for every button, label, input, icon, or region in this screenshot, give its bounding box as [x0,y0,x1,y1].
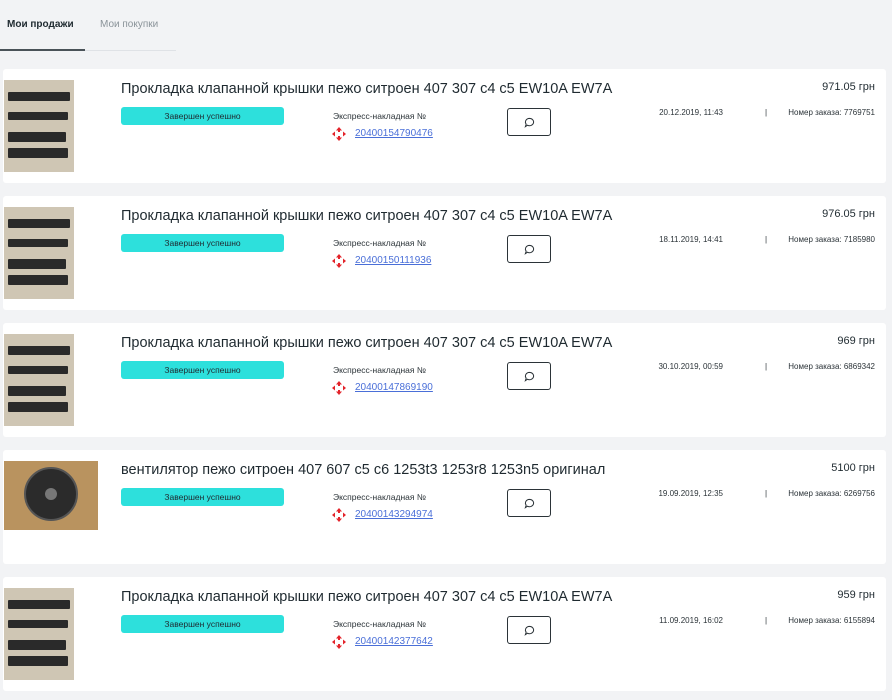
gasket-shape [8,148,68,158]
separator: | [765,108,768,117]
status-badge: Завершен успешно [121,107,284,125]
waybill-label: Экспресс-накладная № [333,111,426,121]
order-price: 971.05 грн [822,81,875,93]
order-price: 969 грн [837,335,875,347]
gasket-shape [8,620,68,628]
product-title[interactable]: Прокладка клапанной крышки пежо ситроен … [121,589,612,605]
waybill-link[interactable]: 20400142377642 [355,636,433,647]
product-image[interactable] [4,80,74,172]
order-card: Прокладка клапанной крышки пежо ситроен … [3,577,886,691]
order-number: Номер заказа: 7769751 [788,108,875,117]
active-tab-indicator [0,49,85,51]
waybill-link[interactable]: 20400154790476 [355,128,433,139]
product-image[interactable] [4,461,98,530]
waybill-label: Экспресс-накладная № [333,619,426,629]
waybill-label: Экспресс-накладная № [333,238,426,248]
order-date: 20.12.2019, 11:43 [659,108,723,117]
chat-bubble-icon [523,244,534,255]
waybill-link[interactable]: 20400147869190 [355,382,433,393]
order-date: 18.11.2019, 14:41 [659,235,723,244]
order-date: 19.09.2019, 12:35 [658,489,723,498]
tab-my-sales[interactable]: Мои продажи [7,19,74,30]
gasket-shape [8,346,70,355]
chat-bubble-icon [523,625,534,636]
gasket-shape [8,239,68,247]
chat-bubble-icon [523,498,534,509]
order-number: Номер заказа: 6155894 [788,616,875,625]
gasket-shape [8,259,66,269]
chat-button[interactable] [507,108,551,136]
order-number: Номер заказа: 6269756 [788,489,875,498]
order-date: 11.09.2019, 16:02 [659,616,723,625]
separator: | [765,362,768,371]
gasket-shape [8,366,68,374]
nova-poshta-icon [332,254,346,268]
separator: | [765,235,768,244]
gasket-shape [8,386,66,396]
nova-poshta-icon [332,635,346,649]
gasket-shape [8,112,68,120]
order-price: 959 грн [837,589,875,601]
tabs-bar: Мои продажи Мои покупки [0,0,176,51]
gasket-shape [8,640,66,650]
product-title[interactable]: Прокладка клапанной крышки пежо ситроен … [121,208,612,224]
waybill-link[interactable]: 20400150111936 [355,255,431,266]
order-number: Номер заказа: 7185980 [788,235,875,244]
product-title[interactable]: Прокладка клапанной крышки пежо ситроен … [121,81,612,97]
gasket-shape [8,219,70,228]
product-image[interactable] [4,334,74,426]
order-card: Прокладка клапанной крышки пежо ситроен … [3,323,886,437]
chat-bubble-icon [523,371,534,382]
gasket-shape [8,92,70,101]
nova-poshta-icon [332,381,346,395]
chat-button[interactable] [507,235,551,263]
order-date: 30.10.2019, 00:59 [658,362,723,371]
order-card: Прокладка клапанной крышки пежо ситроен … [3,196,886,310]
gasket-shape [8,275,68,285]
status-badge: Завершен успешно [121,615,284,633]
gasket-shape [8,656,68,666]
chat-button[interactable] [507,616,551,644]
order-price: 5100 грн [831,462,875,474]
separator: | [765,489,768,498]
chat-bubble-icon [523,117,534,128]
tab-my-purchases[interactable]: Мои покупки [100,19,158,30]
order-card: Прокладка клапанной крышки пежо ситроен … [3,69,886,183]
waybill-label: Экспресс-накладная № [333,492,426,502]
waybill-label: Экспресс-накладная № [333,365,426,375]
product-image[interactable] [4,207,74,299]
waybill-link[interactable]: 20400143294974 [355,509,433,520]
fan-hub [45,488,57,500]
order-number: Номер заказа: 6869342 [788,362,875,371]
order-card: вентилятор пежо ситроен 407 607 с5 с6 12… [3,450,886,564]
nova-poshta-icon [332,127,346,141]
chat-button[interactable] [507,489,551,517]
product-title[interactable]: Прокладка клапанной крышки пежо ситроен … [121,335,612,351]
product-title[interactable]: вентилятор пежо ситроен 407 607 с5 с6 12… [121,462,605,478]
gasket-shape [8,600,70,609]
gasket-shape [8,132,66,142]
order-price: 976.05 грн [822,208,875,220]
status-badge: Завершен успешно [121,361,284,379]
gasket-shape [8,402,68,412]
status-badge: Завершен успешно [121,488,284,506]
separator: | [765,616,768,625]
chat-button[interactable] [507,362,551,390]
status-badge: Завершен успешно [121,234,284,252]
nova-poshta-icon [332,508,346,522]
product-image[interactable] [4,588,74,680]
